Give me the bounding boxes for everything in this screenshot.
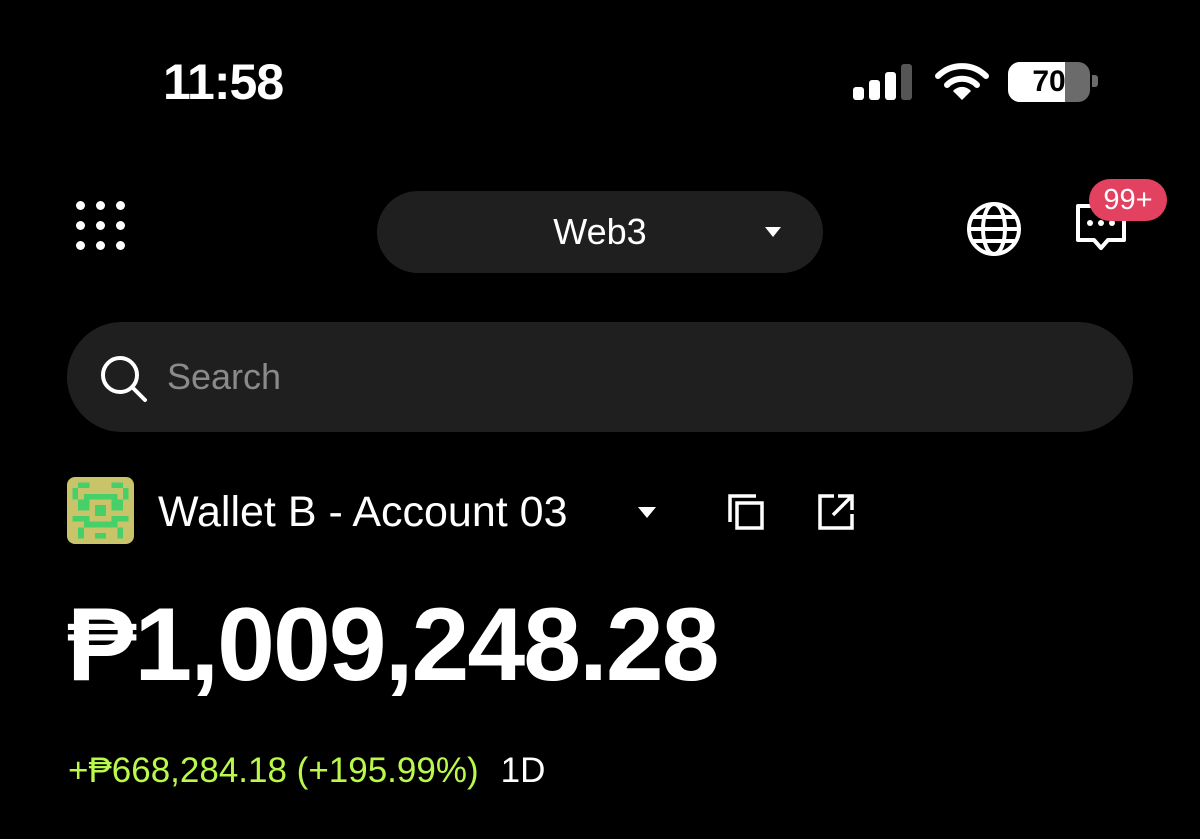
grid-dots-icon[interactable] (73, 198, 129, 254)
mode-selector-dropdown[interactable]: Web3 (377, 191, 823, 273)
account-name[interactable]: Wallet B - Account 03 (158, 487, 568, 537)
total-balance: ₱1,009,248.28 (67, 587, 720, 703)
mode-selector-label: Web3 (553, 211, 647, 252)
status-time: 11:58 (163, 54, 284, 110)
caret-down-icon (765, 227, 781, 237)
battery-cap (1092, 75, 1098, 87)
search-icon (101, 356, 147, 402)
wallet-screen: 11:58 70 Web3 99+ Search Wallet B - Acco… (0, 0, 1200, 839)
copy-icon[interactable] (726, 492, 766, 532)
external-link-icon[interactable] (816, 492, 856, 532)
account-avatar[interactable] (67, 477, 134, 544)
notification-badge: 99+ (1089, 179, 1167, 221)
globe-icon[interactable] (966, 201, 1022, 257)
wifi-icon (935, 63, 989, 100)
balance-change-row: +₱668,284.18 (+195.99%) 1D (68, 746, 545, 796)
battery-icon: 70 (1008, 62, 1090, 102)
search-bar[interactable] (67, 322, 1133, 432)
change-period-selector[interactable]: 1D (501, 751, 546, 790)
balance-change: +₱668,284.18 (+195.99%) (68, 751, 479, 790)
battery-level: 70 (1032, 65, 1066, 98)
search-input[interactable] (167, 347, 1067, 407)
caret-down-icon[interactable] (638, 507, 656, 518)
cellular-signal-icon (850, 60, 912, 104)
